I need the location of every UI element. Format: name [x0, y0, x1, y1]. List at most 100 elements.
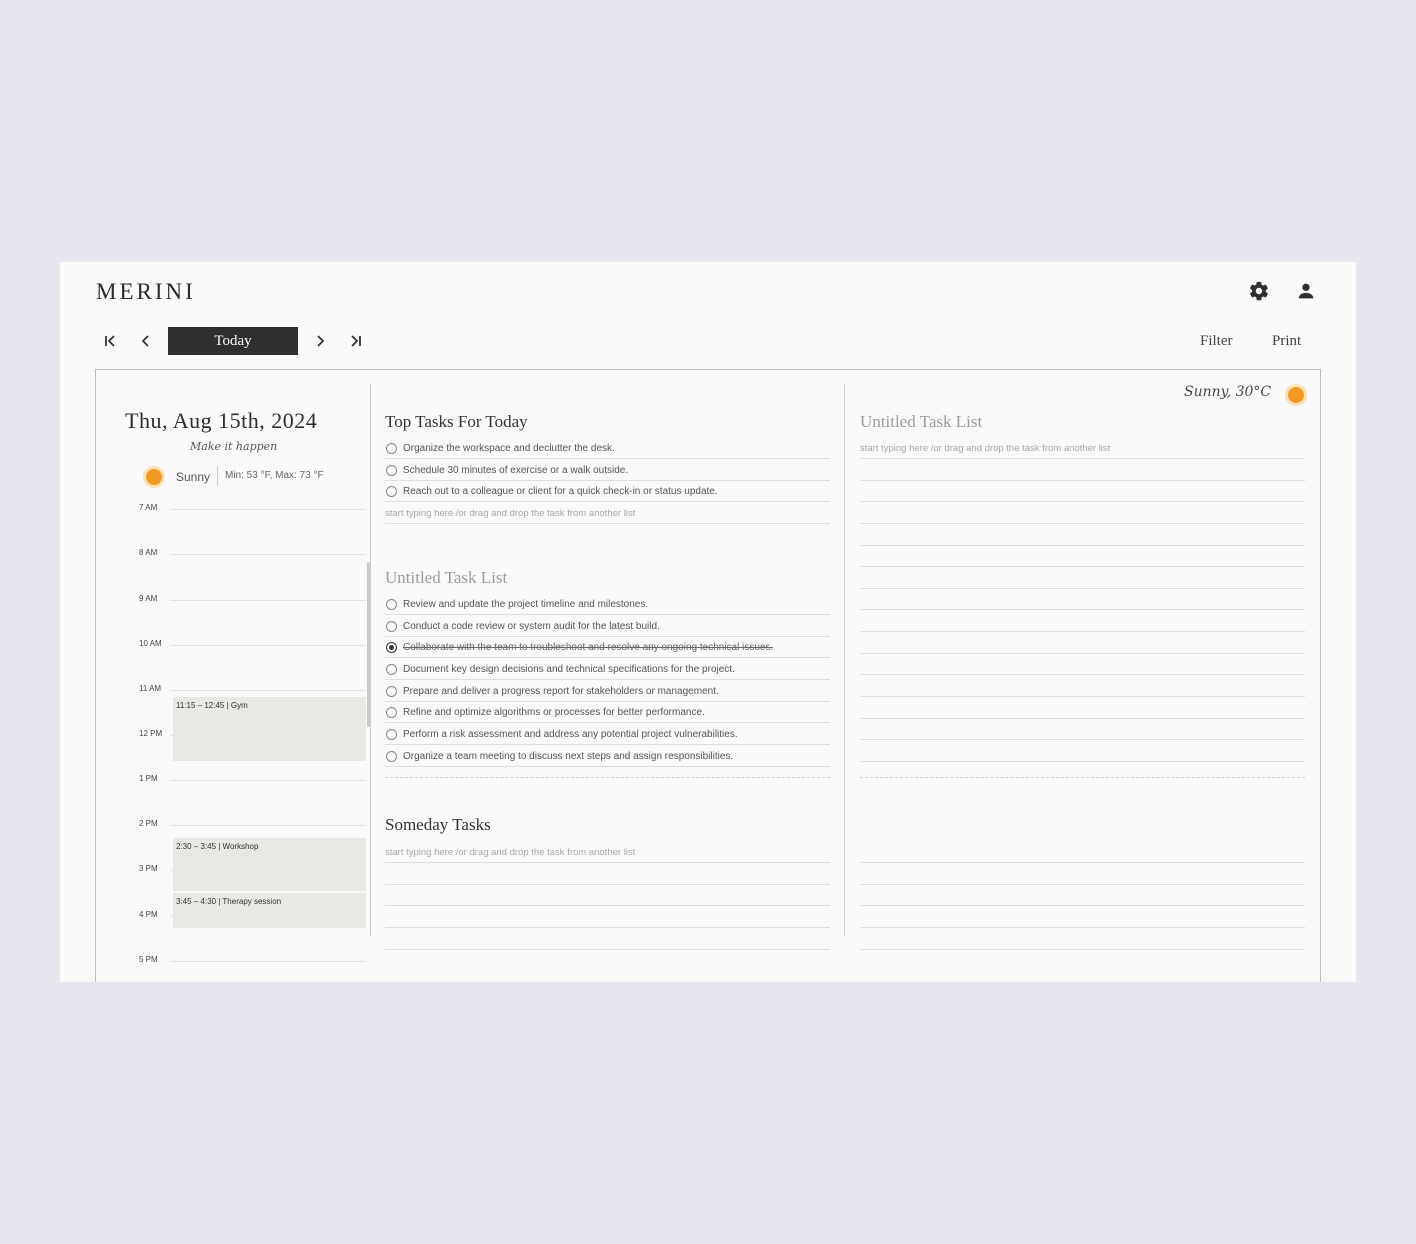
gear-icon[interactable]: [1248, 280, 1270, 302]
empty-task-row[interactable]: [860, 741, 1305, 762]
task-item[interactable]: Prepare and deliver a progress report fo…: [385, 681, 830, 702]
task-text: Organize the workspace and declutter the…: [403, 442, 615, 454]
task-checkbox[interactable]: [386, 750, 397, 762]
skip-last-icon[interactable]: [345, 332, 367, 350]
sun-icon: [1288, 387, 1304, 403]
empty-task-row[interactable]: [860, 589, 1305, 610]
hour-label: 11 AM: [139, 684, 162, 693]
empty-task-row[interactable]: [860, 481, 1305, 502]
task-checkbox[interactable]: [386, 663, 397, 675]
new-task-input[interactable]: start typing here /or drag and drop the …: [860, 438, 1305, 459]
task-text: Collaborate with the team to troubleshoo…: [403, 641, 774, 653]
task-checkbox[interactable]: [386, 706, 397, 718]
calendar-event[interactable]: 2:30 – 3:45 | Workshop: [173, 838, 366, 891]
task-item[interactable]: Refine and optimize algorithms or proces…: [385, 702, 830, 723]
chevron-right-icon[interactable]: [309, 332, 331, 350]
hour-label: 5 PM: [139, 955, 158, 964]
task-checkbox[interactable]: [386, 485, 397, 497]
schedule-scrollbar[interactable]: [367, 562, 370, 727]
task-item[interactable]: Reach out to a colleague or client for a…: [385, 481, 830, 502]
hour-label: 1 PM: [139, 774, 158, 783]
current-date: Thu, Aug 15th, 2024: [125, 408, 318, 433]
skip-first-icon[interactable]: [99, 332, 121, 350]
task-text: Schedule 30 minutes of exercise or a wal…: [403, 464, 629, 476]
task-text: Organize a team meeting to discuss next …: [403, 750, 734, 762]
task-item[interactable]: Perform a risk assessment and address an…: [385, 724, 830, 745]
empty-task-row[interactable]: [860, 698, 1305, 719]
new-task-placeholder: start typing here /or drag and drop the …: [860, 442, 1111, 454]
top-tasks-title[interactable]: Top Tasks For Today: [385, 412, 528, 432]
column-divider: [844, 384, 845, 936]
task-checkbox[interactable]: [386, 598, 397, 610]
hour-line: [170, 780, 366, 781]
list-divider: [385, 777, 830, 778]
task-checkbox[interactable]: [386, 442, 397, 454]
task-checkbox[interactable]: [386, 685, 397, 697]
task-item[interactable]: Schedule 30 minutes of exercise or a wal…: [385, 460, 830, 481]
user-icon[interactable]: [1295, 280, 1317, 302]
empty-task-row[interactable]: [385, 864, 830, 885]
task-checkbox[interactable]: [386, 728, 397, 740]
hour-line: [170, 645, 366, 646]
hour-label: 9 AM: [139, 594, 158, 603]
weather-condition: Sunny: [176, 470, 211, 484]
empty-task-row[interactable]: [860, 676, 1305, 697]
empty-task-row[interactable]: [860, 460, 1305, 481]
empty-task-row[interactable]: [860, 503, 1305, 524]
new-task-placeholder: start typing here /or drag and drop the …: [385, 507, 636, 519]
empty-task-row[interactable]: [860, 546, 1305, 567]
someday-tasks-title[interactable]: Someday Tasks: [385, 815, 491, 835]
empty-task-row[interactable]: [860, 568, 1305, 589]
hour-label: 3 PM: [139, 864, 158, 873]
new-task-input[interactable]: start typing here /or drag and drop the …: [385, 503, 830, 524]
task-item[interactable]: Conduct a code review or system audit fo…: [385, 616, 830, 637]
calendar-event[interactable]: 3:45 – 4:30 | Therapy session: [173, 893, 366, 928]
hour-line: [170, 600, 366, 601]
empty-task-row[interactable]: [385, 929, 830, 950]
calendar-event[interactable]: 11:15 – 12:45 | Gym: [173, 697, 366, 761]
task-checkbox[interactable]: [386, 464, 397, 476]
untitled-list-title[interactable]: Untitled Task List: [385, 568, 507, 588]
hour-line: [170, 690, 366, 691]
empty-task-row[interactable]: [860, 525, 1305, 546]
weather-divider: [217, 466, 218, 486]
task-text: Perform a risk assessment and address an…: [403, 728, 738, 740]
empty-task-row[interactable]: [860, 885, 1305, 906]
today-button[interactable]: Today: [168, 327, 298, 355]
hour-line: [170, 825, 366, 826]
empty-task-row[interactable]: [860, 719, 1305, 740]
empty-task-row[interactable]: [860, 864, 1305, 885]
task-text: Prepare and deliver a progress report fo…: [403, 685, 719, 697]
task-checkbox-checked[interactable]: [386, 641, 397, 653]
task-text: Document key design decisions and techni…: [403, 663, 735, 675]
empty-task-row[interactable]: [860, 842, 1305, 863]
hour-label: 2 PM: [139, 819, 158, 828]
empty-task-row[interactable]: [860, 907, 1305, 928]
weather-summary: Sunny, 30°C: [1184, 384, 1272, 400]
task-item[interactable]: Organize the workspace and declutter the…: [385, 438, 830, 459]
task-item[interactable]: Organize a team meeting to discuss next …: [385, 746, 830, 767]
task-checkbox[interactable]: [386, 620, 397, 632]
hour-label: 8 AM: [139, 548, 158, 557]
empty-task-row[interactable]: [860, 633, 1305, 654]
filter-button[interactable]: Filter: [1200, 333, 1233, 350]
task-text: Reach out to a colleague or client for a…: [403, 485, 718, 497]
sun-icon: [146, 469, 162, 485]
print-button[interactable]: Print: [1272, 333, 1301, 350]
empty-task-row[interactable]: [385, 907, 830, 928]
empty-task-row[interactable]: [860, 611, 1305, 632]
task-text: Conduct a code review or system audit fo…: [403, 620, 660, 632]
app-logo: MERINI: [96, 279, 196, 304]
task-item-completed[interactable]: Collaborate with the team to troubleshoo…: [385, 637, 830, 658]
hour-line: [170, 509, 366, 510]
empty-task-row[interactable]: [860, 654, 1305, 675]
task-text: Refine and optimize algorithms or proces…: [403, 706, 705, 718]
task-item[interactable]: Document key design decisions and techni…: [385, 659, 830, 680]
empty-task-row[interactable]: [860, 929, 1305, 950]
task-item[interactable]: Review and update the project timeline a…: [385, 594, 830, 615]
empty-task-row[interactable]: [385, 885, 830, 906]
untitled-list-title[interactable]: Untitled Task List: [860, 412, 982, 432]
new-task-input[interactable]: start typing here /or drag and drop the …: [385, 842, 830, 863]
planner-app: MERINI Today Filter Print Thu, Aug 15th,…: [60, 262, 1356, 982]
chevron-left-icon[interactable]: [135, 332, 157, 350]
